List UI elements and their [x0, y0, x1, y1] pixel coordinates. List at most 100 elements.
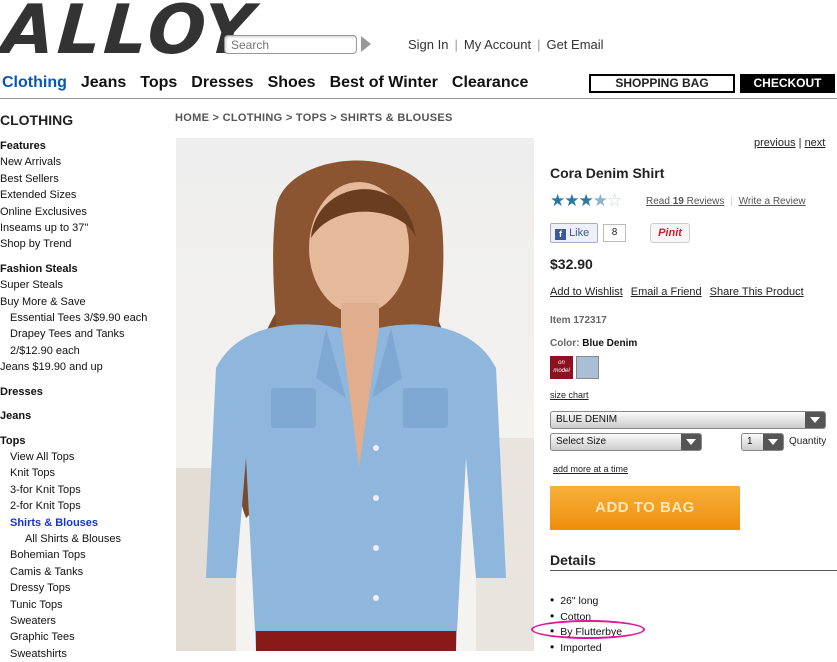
size-chart-link[interactable]: size chart — [550, 390, 589, 400]
product-price: $32.90 — [550, 256, 593, 272]
pager: previous | next — [754, 137, 825, 149]
read-reviews-link[interactable]: Read 19 Reviews — [646, 196, 724, 207]
sidebar-item-camis-tanks[interactable]: Camis & Tanks — [0, 564, 170, 580]
nav-tops[interactable]: Tops — [140, 74, 177, 91]
color-select[interactable]: BLUE DENIM — [550, 411, 826, 429]
sidebar-item-tops[interactable]: Tops — [0, 433, 170, 449]
sidebar-item-2-12-90-each[interactable]: 2/$12.90 each — [0, 343, 170, 359]
sidebar-item-jeans-19-90-and-up[interactable]: Jeans $19.90 and up — [0, 359, 170, 375]
sidebar-item-extended-sizes[interactable]: Extended Sizes — [0, 187, 170, 203]
pinit-button[interactable]: Pinit — [650, 223, 690, 243]
detail-item: 26" long — [550, 593, 622, 609]
sidebar-item-shirts-blouses[interactable]: Shirts & Blouses — [0, 515, 170, 531]
sidebar-nav: Features New Arrivals Best Sellers Extended… — [0, 138, 170, 662]
nav-dresses[interactable]: Dresses — [191, 74, 253, 91]
previous-link[interactable]: previous — [754, 137, 796, 149]
sidebar-item-knit-tops[interactable]: Knit Tops — [0, 465, 170, 481]
sidebar-item-inseams-up-to-37[interactable]: Inseams up to 37" — [0, 220, 170, 236]
sidebar-item-dresses[interactable]: Dresses — [0, 384, 170, 400]
sidebar-item-view-all-tops[interactable]: View All Tops — [0, 449, 170, 465]
sidebar-item-online-exclusives[interactable]: Online Exclusives — [0, 204, 170, 220]
sidebar-item-buy-more-save[interactable]: Buy More & Save — [0, 294, 170, 310]
nav-shoes[interactable]: Shoes — [268, 74, 316, 91]
checkout-button[interactable]: CHECKOUT — [740, 74, 835, 93]
sidebar-item-shop-by-trend[interactable]: Shop by Trend — [0, 236, 170, 252]
separator: | — [454, 37, 458, 52]
sidebar-item-tunic-tops[interactable]: Tunic Tops — [0, 597, 170, 613]
size-select[interactable]: Select Size — [550, 433, 702, 451]
color-label: Color: Blue Denim — [550, 338, 637, 349]
sidebar-item-graphic-tees[interactable]: Graphic Tees — [0, 629, 170, 645]
sidebar-item-3-for-knit-tops[interactable]: 3-for Knit Tops — [0, 482, 170, 498]
like-count: 8 — [603, 224, 626, 242]
chevron-down-icon — [763, 434, 783, 450]
search-input[interactable] — [224, 35, 357, 54]
search-go-icon[interactable] — [361, 36, 371, 52]
sidebar-item-essential-tees-3-9-90-each[interactable]: Essential Tees 3/$9.90 each — [0, 310, 170, 326]
sidebar-item-new-arrivals[interactable]: New Arrivals — [0, 154, 170, 170]
product-photo[interactable] — [176, 138, 534, 651]
star-icon: ☆ — [607, 191, 622, 210]
reviews-suffix: Reviews — [683, 196, 725, 207]
separator: | — [730, 196, 733, 207]
color-value: Blue Denim — [582, 338, 638, 349]
next-link[interactable]: next — [805, 137, 826, 149]
chevron-down-icon — [805, 412, 825, 428]
write-review-link[interactable]: Write a Review — [739, 196, 806, 207]
share-product-link[interactable]: Share This Product — [710, 286, 804, 298]
star-icon: ★ — [550, 191, 565, 210]
sidebar-title: CLOTHING — [0, 112, 74, 128]
swatch-blue-denim[interactable] — [576, 356, 599, 379]
rating-stars: ★★★★☆ — [550, 191, 622, 211]
sidebar-item-sweatshirts[interactable]: Sweatshirts — [0, 646, 170, 662]
main-nav: Clothing Jeans Tops Dresses Shoes Best of Win… — [2, 74, 542, 92]
alloy-logo[interactable]: ALLOY — [0, 0, 259, 70]
chevron-down-icon — [681, 434, 701, 450]
nav-jeans[interactable]: Jeans — [81, 74, 126, 91]
reviews-prefix: Read — [646, 196, 673, 207]
sidebar-item-super-steals[interactable]: Super Steals — [0, 277, 170, 293]
reviews-count: 19 — [672, 196, 684, 207]
add-more-link[interactable]: add more at a time — [553, 464, 628, 474]
sidebar-item-fashion-steals[interactable]: Fashion Steals — [0, 261, 170, 277]
breadcrumb: HOME > CLOTHING > TOPS > SHIRTS & BLOUSE… — [175, 112, 453, 124]
facebook-like-button[interactable]: f Like — [550, 223, 598, 243]
separator: | — [537, 37, 541, 52]
details-title: Details — [550, 552, 596, 568]
add-to-bag-button[interactable]: ADD TO BAG — [550, 486, 740, 530]
product-title: Cora Denim Shirt — [550, 165, 665, 181]
sidebar-item-bohemian-tops[interactable]: Bohemian Tops — [0, 547, 170, 563]
nav-clothing[interactable]: Clothing — [2, 74, 67, 91]
nav-best-of-winter[interactable]: Best of Winter — [330, 74, 438, 91]
add-to-wishlist-link[interactable]: Add to Wishlist — [550, 286, 623, 298]
star-icon: ★ — [592, 191, 608, 210]
sidebar-item-jeans[interactable]: Jeans — [0, 408, 170, 424]
nav-clearance[interactable]: Clearance — [452, 74, 529, 91]
separator: | — [798, 137, 802, 149]
sidebar-item-features[interactable]: Features — [0, 138, 170, 154]
sidebar-item-best-sellers[interactable]: Best Sellers — [0, 171, 170, 187]
shopping-bag-button[interactable]: SHOPPING BAG — [589, 74, 735, 93]
sidebar-item-2-for-knit-tops[interactable]: 2-for Knit Tops — [0, 498, 170, 514]
item-number: Item 172317 — [550, 315, 607, 326]
size-select-value: Select Size — [556, 436, 607, 447]
sign-in-link[interactable]: Sign In — [408, 37, 448, 52]
my-account-link[interactable]: My Account — [464, 37, 531, 52]
quantity-value: 1 — [747, 436, 753, 447]
swatch-on-model[interactable]: on model — [550, 356, 573, 379]
sidebar-item-dressy-tops[interactable]: Dressy Tops — [0, 580, 170, 596]
quantity-select[interactable]: 1 — [741, 433, 784, 451]
color-select-value: BLUE DENIM — [556, 414, 618, 425]
get-email-link[interactable]: Get Email — [546, 37, 603, 52]
email-a-friend-link[interactable]: Email a Friend — [631, 286, 702, 298]
star-icon: ★ — [578, 191, 594, 210]
annotation-circle — [531, 620, 645, 639]
sidebar-item-sweaters[interactable]: Sweaters — [0, 613, 170, 629]
quantity-label: Quantity — [789, 436, 827, 447]
sidebar-item-all-shirts-blouses[interactable]: All Shirts & Blouses — [0, 531, 170, 547]
sidebar-item-drapey-tees-and-tanks[interactable]: Drapey Tees and Tanks — [0, 326, 170, 342]
header-divider — [0, 98, 837, 99]
